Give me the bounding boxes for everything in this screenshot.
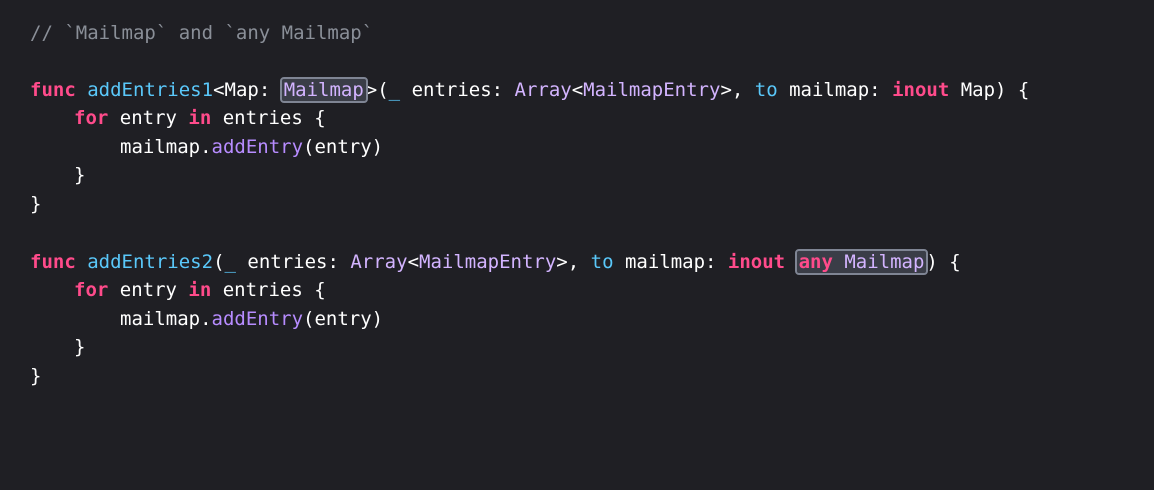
highlighted-constraint-mailmap: Mailmap: [279, 77, 368, 103]
keyword-in: in: [188, 107, 212, 129]
call-receiver: mailmap.: [120, 308, 212, 330]
underscore-label: _: [388, 79, 401, 101]
to-label: to: [590, 251, 614, 273]
code-line-call2: mailmap.addEntry(entry): [120, 305, 383, 333]
generic-open: <Map:: [213, 79, 282, 101]
map-type: Map) {: [949, 79, 1030, 101]
keyword-any: any: [798, 251, 833, 273]
function-name-addentries1: addEntries1: [87, 79, 214, 101]
entries-ref: entries {: [211, 107, 326, 129]
call-args: (entry): [303, 308, 384, 330]
code-line-close-for2: }: [74, 333, 85, 361]
close-brace: }: [30, 193, 42, 215]
array-type: Array: [514, 79, 572, 101]
mailmapentry-type: MailmapEntry: [583, 79, 721, 101]
code-line-for1: for entry in entries {: [74, 104, 326, 132]
code-line-for2: for entry in entries {: [74, 276, 326, 304]
code-line-func2-signature: func addEntries2(_ entries: Array<Mailma…: [30, 248, 961, 276]
code-line-comment: // `Mailmap` and `any Mailmap`: [30, 19, 373, 47]
paren-close: ) {: [926, 251, 961, 273]
function-name-addentries2: addEntries2: [87, 251, 214, 273]
generic-close: >(: [365, 79, 389, 101]
code-line-call1: mailmap.addEntry(entry): [120, 133, 383, 161]
angle-open: <: [407, 251, 420, 273]
array-type: Array: [350, 251, 408, 273]
method-addentry: addEntry: [211, 136, 304, 158]
keyword-for: for: [74, 279, 109, 301]
code-line-close-for1: }: [74, 161, 85, 189]
close-brace: }: [74, 336, 86, 358]
call-args: (entry): [303, 136, 384, 158]
highlighted-any-mailmap: any Mailmap: [794, 249, 929, 275]
paren-open: (: [213, 251, 225, 273]
angle-close: >,: [556, 251, 591, 273]
mailmap-param: mailmap:: [777, 79, 893, 101]
method-addentry: addEntry: [211, 308, 304, 330]
entry-var: entry: [108, 279, 189, 301]
keyword-func: func: [30, 251, 76, 273]
close-brace: }: [74, 164, 86, 186]
keyword-in: in: [188, 279, 212, 301]
keyword-for: for: [74, 107, 109, 129]
entries-label: entries:: [235, 251, 351, 273]
comment-text: // `Mailmap` and `any Mailmap`: [30, 22, 374, 44]
close-brace: }: [30, 365, 42, 387]
angle-open: <: [571, 79, 584, 101]
entries-ref: entries {: [211, 279, 326, 301]
mailmap-param: mailmap:: [613, 251, 728, 273]
call-receiver: mailmap.: [120, 136, 212, 158]
underscore-label: _: [224, 251, 236, 273]
angle-close: >,: [720, 79, 755, 101]
to-label: to: [754, 79, 778, 101]
code-editor: // `Mailmap` and `any Mailmap` func addE…: [0, 0, 1154, 490]
keyword-inout: inout: [892, 79, 950, 101]
entry-var: entry: [108, 107, 189, 129]
keyword-func: func: [30, 79, 76, 101]
existential-mailmap-type: Mailmap: [832, 251, 925, 273]
code-line-close-func2: }: [30, 362, 41, 390]
code-line-close-func1: }: [30, 190, 41, 218]
keyword-inout: inout: [727, 251, 786, 273]
entries-label: entries:: [400, 79, 515, 101]
code-line-func1-signature: func addEntries1<Map: Mailmap >(_ entries…: [30, 76, 1029, 104]
mailmapentry-type: MailmapEntry: [419, 251, 557, 273]
